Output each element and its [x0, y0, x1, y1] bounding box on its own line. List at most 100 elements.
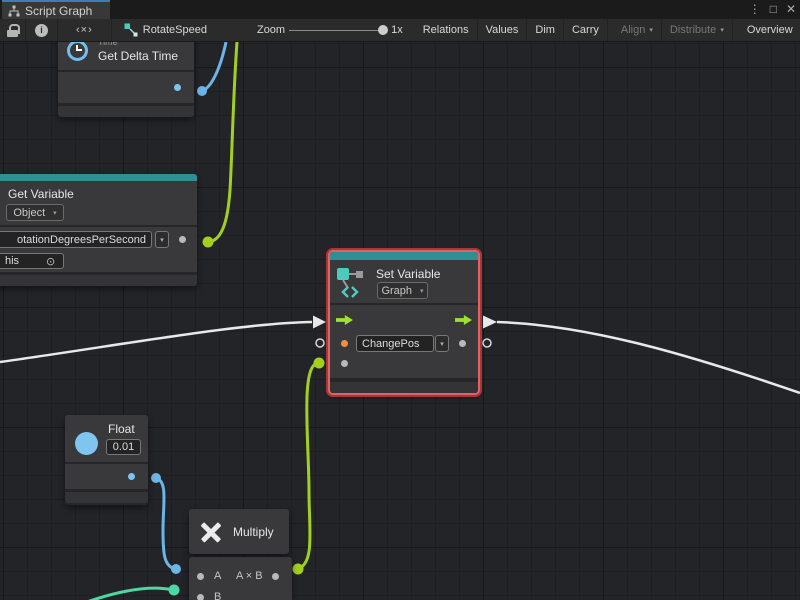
values-button[interactable]: Values [478, 19, 528, 41]
port-label-a: A [214, 570, 221, 582]
node-set-variable[interactable]: Set Variable Graph ▾ ChangePos ▾ [330, 252, 478, 393]
output-port[interactable] [128, 473, 135, 480]
variable-name-dropdown[interactable]: ▾ [155, 231, 169, 248]
variable-name-dropdown[interactable]: ▾ [435, 335, 449, 352]
wire-end-ball [197, 86, 207, 96]
variable-scope-dropdown[interactable]: Object ▾ [6, 204, 64, 221]
code-brackets-icon: ‹×› [76, 24, 93, 36]
flow-output-port[interactable] [455, 314, 472, 326]
distribute-button[interactable]: Distribute ▾ [662, 19, 733, 41]
align-button[interactable]: Align ▾ [613, 19, 662, 41]
node-footer [330, 382, 478, 393]
port-ring-left[interactable] [316, 339, 324, 347]
zoom-slider[interactable] [289, 30, 384, 31]
flow-input-port[interactable] [336, 314, 353, 326]
float-value-field[interactable]: 0.01 [106, 439, 141, 455]
chevron-down-icon: ▾ [649, 26, 653, 34]
output-port[interactable] [174, 84, 181, 91]
zoom-slider-thumb[interactable] [378, 25, 388, 35]
wire-float-to-multiply[interactable] [156, 478, 175, 569]
zoom-group: Zoom 1x [251, 19, 409, 41]
chevron-down-icon: ▾ [420, 287, 424, 295]
node-footer [65, 492, 148, 503]
wire-flow-in[interactable] [0, 322, 312, 362]
wire-arrowhead-out [483, 316, 497, 329]
zoom-label: Zoom [257, 24, 285, 36]
wire-delta-time[interactable] [202, 42, 226, 91]
node-footer [0, 275, 197, 286]
wire-end-ball [171, 564, 181, 574]
lock-button[interactable] [0, 19, 26, 41]
node-get-variable[interactable]: Get Variable Object ▾ otationDegreesPerS… [0, 174, 197, 286]
node-header: Multiply [189, 509, 289, 554]
chevron-down-icon: ▾ [440, 340, 444, 348]
node-float[interactable]: Float 0.01 [65, 415, 148, 505]
wire-get-variable[interactable] [208, 42, 237, 242]
wire-arrowhead-in [313, 316, 326, 329]
script-graph-icon [8, 5, 20, 17]
value-output-port[interactable] [459, 340, 466, 347]
node-body: A A × B B [189, 557, 292, 600]
graph-canvas[interactable]: Time Get Delta Time Get Variable Object … [0, 42, 800, 600]
graph-reference[interactable]: RotateSpeed [112, 19, 213, 41]
maximize-icon[interactable]: □ [770, 0, 777, 19]
carry-button[interactable]: Carry [564, 19, 608, 41]
dim-button[interactable]: Dim [527, 19, 564, 41]
variable-name-field[interactable]: otationDegreesPerSecond [0, 231, 152, 248]
wire-multiply-to-setvariable[interactable] [298, 363, 318, 569]
object-picker-icon[interactable]: ⊙ [46, 255, 55, 268]
wire-end-ball [203, 237, 214, 248]
node-multiply[interactable]: Multiply A A × B B [189, 509, 292, 600]
tab-title: Script Graph [25, 4, 92, 18]
tab-bar: Script Graph ⋮ □ ✕ [0, 0, 800, 19]
port-ring-right[interactable] [483, 339, 491, 347]
node-header: Set Variable Graph ▾ [330, 260, 478, 303]
chevron-down-icon: ▾ [53, 209, 57, 217]
wire-to-multiply-b[interactable] [84, 588, 173, 600]
lock-icon [7, 24, 18, 37]
overview-button[interactable]: Overview [739, 19, 800, 41]
node-title: Get Delta Time [98, 49, 178, 63]
node-category: Time [98, 42, 118, 47]
multiply-icon [198, 519, 224, 545]
value-input-port[interactable] [341, 360, 348, 367]
close-icon[interactable]: ✕ [786, 0, 796, 19]
port-label-b: B [214, 591, 221, 600]
info-button[interactable] [26, 19, 58, 41]
node-header: Float 0.01 [65, 415, 148, 462]
wire-end-ball [169, 585, 180, 596]
input-port-b[interactable] [197, 594, 204, 600]
set-variable-icon [335, 265, 369, 299]
node-title: Set Variable [376, 267, 440, 281]
value-output-port[interactable] [179, 236, 186, 243]
window-menu-icon[interactable]: ⋮ [749, 0, 761, 19]
variable-name-field[interactable]: ChangePos [356, 335, 434, 352]
unity-script-graph-window: Script Graph ⋮ □ ✕ ‹×› RotateSpeed Zoom [0, 0, 800, 600]
wire-flow-out[interactable] [497, 322, 800, 393]
node-header: Time Get Delta Time [58, 42, 194, 70]
variable-scope-dropdown[interactable]: Graph ▾ [377, 282, 428, 299]
wire-end-ball [314, 358, 325, 369]
node-title: Multiply [233, 525, 274, 539]
input-port-a[interactable] [197, 573, 204, 580]
node-title: Float [108, 422, 135, 436]
node-get-delta-time[interactable]: Time Get Delta Time [58, 42, 194, 117]
window-controls: ⋮ □ ✕ [749, 0, 796, 19]
node-body: otationDegreesPerSecond ▾ his ⊙ [0, 227, 197, 272]
wire-end-ball [151, 473, 161, 483]
node-accent-strip [0, 174, 197, 181]
info-icon [35, 24, 48, 37]
float-icon [75, 432, 98, 455]
node-body [65, 464, 148, 489]
code-view-button[interactable]: ‹×› [58, 19, 112, 41]
wire-end-ball [293, 564, 304, 575]
variable-name-port[interactable] [341, 340, 348, 347]
node-header: Get Variable Object ▾ [0, 181, 197, 225]
node-accent-strip [330, 252, 478, 260]
node-title: Get Variable [8, 187, 74, 201]
output-port[interactable] [272, 573, 279, 580]
chevron-down-icon: ▾ [720, 26, 724, 34]
chevron-down-icon: ▾ [160, 236, 164, 244]
relations-button[interactable]: Relations [415, 19, 478, 41]
tab-script-graph[interactable]: Script Graph [2, 0, 110, 19]
